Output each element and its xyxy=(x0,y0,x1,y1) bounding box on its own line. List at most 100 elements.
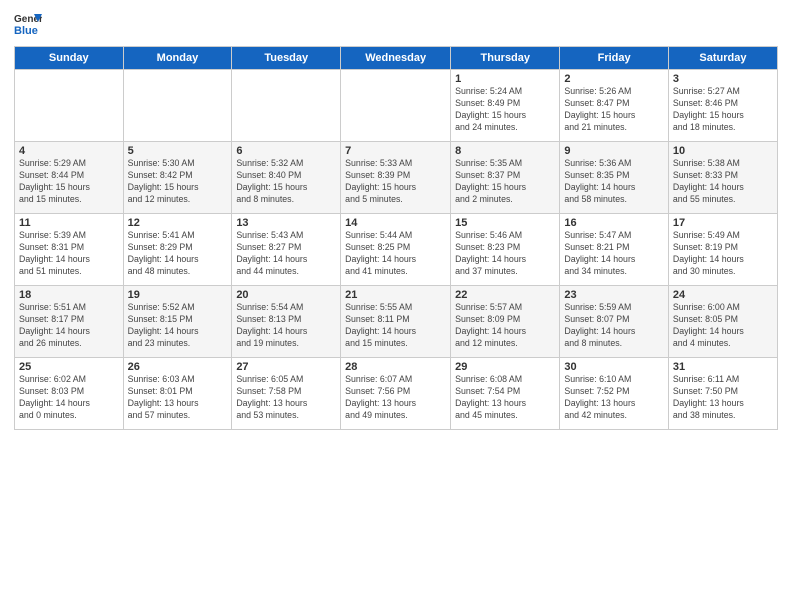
day-detail: Sunrise: 5:52 AM Sunset: 8:15 PM Dayligh… xyxy=(128,302,228,350)
day-detail: Sunrise: 5:33 AM Sunset: 8:39 PM Dayligh… xyxy=(345,158,446,206)
week-row-5: 25Sunrise: 6:02 AM Sunset: 8:03 PM Dayli… xyxy=(15,358,778,430)
day-detail: Sunrise: 6:00 AM Sunset: 8:05 PM Dayligh… xyxy=(673,302,773,350)
day-number: 11 xyxy=(19,217,119,229)
day-cell xyxy=(232,70,341,142)
day-detail: Sunrise: 5:54 AM Sunset: 8:13 PM Dayligh… xyxy=(236,302,336,350)
day-cell: 11Sunrise: 5:39 AM Sunset: 8:31 PM Dayli… xyxy=(15,214,124,286)
day-cell: 10Sunrise: 5:38 AM Sunset: 8:33 PM Dayli… xyxy=(668,142,777,214)
day-number: 16 xyxy=(564,217,664,229)
day-number: 18 xyxy=(19,289,119,301)
day-detail: Sunrise: 5:51 AM Sunset: 8:17 PM Dayligh… xyxy=(19,302,119,350)
day-number: 27 xyxy=(236,361,336,373)
day-header-thursday: Thursday xyxy=(451,47,560,70)
day-cell: 20Sunrise: 5:54 AM Sunset: 8:13 PM Dayli… xyxy=(232,286,341,358)
day-cell: 4Sunrise: 5:29 AM Sunset: 8:44 PM Daylig… xyxy=(15,142,124,214)
day-number: 31 xyxy=(673,361,773,373)
day-cell: 1Sunrise: 5:24 AM Sunset: 8:49 PM Daylig… xyxy=(451,70,560,142)
day-number: 7 xyxy=(345,145,446,157)
day-header-wednesday: Wednesday xyxy=(341,47,451,70)
day-number: 25 xyxy=(19,361,119,373)
day-number: 4 xyxy=(19,145,119,157)
week-row-1: 1Sunrise: 5:24 AM Sunset: 8:49 PM Daylig… xyxy=(15,70,778,142)
header: General Blue xyxy=(14,10,778,38)
day-cell xyxy=(123,70,232,142)
day-cell: 14Sunrise: 5:44 AM Sunset: 8:25 PM Dayli… xyxy=(341,214,451,286)
day-detail: Sunrise: 5:44 AM Sunset: 8:25 PM Dayligh… xyxy=(345,230,446,278)
day-detail: Sunrise: 6:05 AM Sunset: 7:58 PM Dayligh… xyxy=(236,374,336,422)
day-cell: 6Sunrise: 5:32 AM Sunset: 8:40 PM Daylig… xyxy=(232,142,341,214)
day-detail: Sunrise: 6:03 AM Sunset: 8:01 PM Dayligh… xyxy=(128,374,228,422)
day-detail: Sunrise: 5:35 AM Sunset: 8:37 PM Dayligh… xyxy=(455,158,555,206)
day-number: 20 xyxy=(236,289,336,301)
day-detail: Sunrise: 6:02 AM Sunset: 8:03 PM Dayligh… xyxy=(19,374,119,422)
day-detail: Sunrise: 5:59 AM Sunset: 8:07 PM Dayligh… xyxy=(564,302,664,350)
day-detail: Sunrise: 5:49 AM Sunset: 8:19 PM Dayligh… xyxy=(673,230,773,278)
day-cell: 18Sunrise: 5:51 AM Sunset: 8:17 PM Dayli… xyxy=(15,286,124,358)
day-detail: Sunrise: 5:43 AM Sunset: 8:27 PM Dayligh… xyxy=(236,230,336,278)
day-number: 17 xyxy=(673,217,773,229)
day-detail: Sunrise: 5:32 AM Sunset: 8:40 PM Dayligh… xyxy=(236,158,336,206)
day-number: 22 xyxy=(455,289,555,301)
day-detail: Sunrise: 5:57 AM Sunset: 8:09 PM Dayligh… xyxy=(455,302,555,350)
day-number: 6 xyxy=(236,145,336,157)
day-cell: 13Sunrise: 5:43 AM Sunset: 8:27 PM Dayli… xyxy=(232,214,341,286)
day-number: 14 xyxy=(345,217,446,229)
day-cell: 27Sunrise: 6:05 AM Sunset: 7:58 PM Dayli… xyxy=(232,358,341,430)
day-cell: 28Sunrise: 6:07 AM Sunset: 7:56 PM Dayli… xyxy=(341,358,451,430)
day-cell: 3Sunrise: 5:27 AM Sunset: 8:46 PM Daylig… xyxy=(668,70,777,142)
day-number: 8 xyxy=(455,145,555,157)
day-number: 24 xyxy=(673,289,773,301)
day-detail: Sunrise: 5:46 AM Sunset: 8:23 PM Dayligh… xyxy=(455,230,555,278)
day-number: 29 xyxy=(455,361,555,373)
day-cell: 21Sunrise: 5:55 AM Sunset: 8:11 PM Dayli… xyxy=(341,286,451,358)
day-detail: Sunrise: 6:10 AM Sunset: 7:52 PM Dayligh… xyxy=(564,374,664,422)
day-cell: 19Sunrise: 5:52 AM Sunset: 8:15 PM Dayli… xyxy=(123,286,232,358)
day-cell: 25Sunrise: 6:02 AM Sunset: 8:03 PM Dayli… xyxy=(15,358,124,430)
svg-text:Blue: Blue xyxy=(14,25,38,37)
logo-icon: General Blue xyxy=(14,10,42,38)
day-detail: Sunrise: 6:08 AM Sunset: 7:54 PM Dayligh… xyxy=(455,374,555,422)
day-cell: 2Sunrise: 5:26 AM Sunset: 8:47 PM Daylig… xyxy=(560,70,669,142)
day-detail: Sunrise: 5:39 AM Sunset: 8:31 PM Dayligh… xyxy=(19,230,119,278)
day-header-friday: Friday xyxy=(560,47,669,70)
day-cell xyxy=(341,70,451,142)
day-detail: Sunrise: 5:29 AM Sunset: 8:44 PM Dayligh… xyxy=(19,158,119,206)
day-cell: 9Sunrise: 5:36 AM Sunset: 8:35 PM Daylig… xyxy=(560,142,669,214)
day-number: 12 xyxy=(128,217,228,229)
day-number: 1 xyxy=(455,73,555,85)
day-detail: Sunrise: 5:38 AM Sunset: 8:33 PM Dayligh… xyxy=(673,158,773,206)
day-header-saturday: Saturday xyxy=(668,47,777,70)
day-detail: Sunrise: 5:41 AM Sunset: 8:29 PM Dayligh… xyxy=(128,230,228,278)
day-header-sunday: Sunday xyxy=(15,47,124,70)
day-detail: Sunrise: 5:47 AM Sunset: 8:21 PM Dayligh… xyxy=(564,230,664,278)
day-cell: 24Sunrise: 6:00 AM Sunset: 8:05 PM Dayli… xyxy=(668,286,777,358)
day-number: 26 xyxy=(128,361,228,373)
day-number: 23 xyxy=(564,289,664,301)
day-header-monday: Monday xyxy=(123,47,232,70)
day-number: 19 xyxy=(128,289,228,301)
week-row-2: 4Sunrise: 5:29 AM Sunset: 8:44 PM Daylig… xyxy=(15,142,778,214)
day-detail: Sunrise: 5:27 AM Sunset: 8:46 PM Dayligh… xyxy=(673,86,773,134)
day-detail: Sunrise: 6:11 AM Sunset: 7:50 PM Dayligh… xyxy=(673,374,773,422)
day-cell: 29Sunrise: 6:08 AM Sunset: 7:54 PM Dayli… xyxy=(451,358,560,430)
header-row: SundayMondayTuesdayWednesdayThursdayFrid… xyxy=(15,47,778,70)
day-cell xyxy=(15,70,124,142)
day-number: 10 xyxy=(673,145,773,157)
day-detail: Sunrise: 6:07 AM Sunset: 7:56 PM Dayligh… xyxy=(345,374,446,422)
day-number: 2 xyxy=(564,73,664,85)
day-cell: 8Sunrise: 5:35 AM Sunset: 8:37 PM Daylig… xyxy=(451,142,560,214)
day-cell: 17Sunrise: 5:49 AM Sunset: 8:19 PM Dayli… xyxy=(668,214,777,286)
day-cell: 30Sunrise: 6:10 AM Sunset: 7:52 PM Dayli… xyxy=(560,358,669,430)
calendar-table: SundayMondayTuesdayWednesdayThursdayFrid… xyxy=(14,46,778,430)
day-detail: Sunrise: 5:36 AM Sunset: 8:35 PM Dayligh… xyxy=(564,158,664,206)
day-detail: Sunrise: 5:26 AM Sunset: 8:47 PM Dayligh… xyxy=(564,86,664,134)
day-header-tuesday: Tuesday xyxy=(232,47,341,70)
day-cell: 31Sunrise: 6:11 AM Sunset: 7:50 PM Dayli… xyxy=(668,358,777,430)
day-cell: 22Sunrise: 5:57 AM Sunset: 8:09 PM Dayli… xyxy=(451,286,560,358)
day-number: 15 xyxy=(455,217,555,229)
day-number: 21 xyxy=(345,289,446,301)
day-detail: Sunrise: 5:24 AM Sunset: 8:49 PM Dayligh… xyxy=(455,86,555,134)
day-number: 28 xyxy=(345,361,446,373)
day-cell: 26Sunrise: 6:03 AM Sunset: 8:01 PM Dayli… xyxy=(123,358,232,430)
page-container: General Blue SundayMondayTuesdayWednesda… xyxy=(0,0,792,436)
